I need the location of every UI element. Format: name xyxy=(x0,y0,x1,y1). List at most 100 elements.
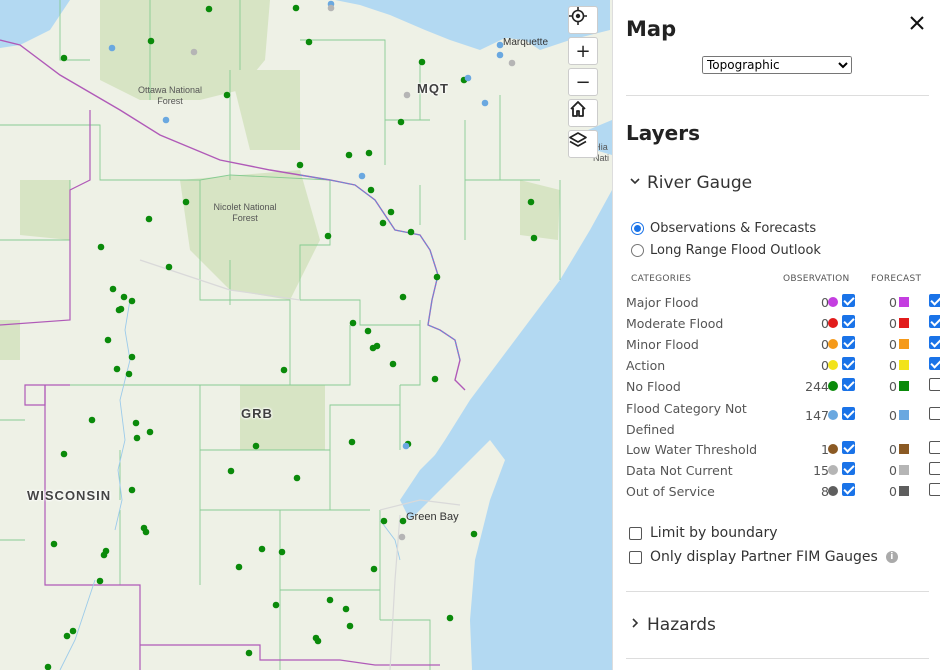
gauge-marker-no-flood[interactable] xyxy=(104,336,112,344)
close-button[interactable] xyxy=(909,12,925,36)
gauge-marker-no-flood[interactable] xyxy=(342,605,350,613)
forecast-checkbox[interactable] xyxy=(929,315,940,328)
gauge-marker-no-flood[interactable] xyxy=(370,565,378,573)
gauge-marker-no-flood[interactable] xyxy=(125,370,133,378)
gauge-marker-no-flood[interactable] xyxy=(433,273,441,281)
gauge-marker-no-flood[interactable] xyxy=(146,428,154,436)
forecast-checkbox[interactable] xyxy=(929,407,940,420)
gauge-marker-no-flood[interactable] xyxy=(530,234,538,242)
observation-checkbox[interactable] xyxy=(842,462,855,475)
river-gauge-toggle[interactable]: River Gauge xyxy=(629,173,752,193)
radio-long-range-outlook-control[interactable] xyxy=(631,244,644,257)
zoom-in-button[interactable]: + xyxy=(568,37,598,65)
gauge-marker-no-flood[interactable] xyxy=(147,37,155,45)
gauge-marker-no-flood[interactable] xyxy=(407,228,415,236)
observation-checkbox[interactable] xyxy=(842,294,855,307)
gauge-marker-no-flood[interactable] xyxy=(142,528,150,536)
gauge-marker-no-flood[interactable] xyxy=(44,663,52,670)
gauge-marker-no-flood[interactable] xyxy=(120,293,128,301)
layers-button[interactable] xyxy=(568,130,598,158)
gauge-marker-not-defined[interactable] xyxy=(162,116,170,124)
partner-fim-checkbox[interactable] xyxy=(629,550,642,564)
gauge-marker-no-flood[interactable] xyxy=(348,438,356,446)
basemap-select[interactable]: Topographic xyxy=(702,56,852,74)
gauge-marker-no-flood[interactable] xyxy=(280,366,288,374)
observation-checkbox[interactable] xyxy=(842,336,855,349)
radio-long-range-outlook[interactable]: Long Range Flood Outlook xyxy=(631,243,821,258)
gauge-marker-no-flood[interactable] xyxy=(132,419,140,427)
gauge-marker-no-flood[interactable] xyxy=(60,54,68,62)
gauge-marker-no-flood[interactable] xyxy=(128,353,136,361)
gauge-marker-no-flood[interactable] xyxy=(314,637,322,645)
gauge-marker-data-not-current[interactable] xyxy=(508,59,516,67)
limit-by-boundary-option[interactable]: Limit by boundary xyxy=(629,525,777,541)
forecast-checkbox[interactable] xyxy=(929,441,940,454)
gauge-marker-not-defined[interactable] xyxy=(108,44,116,52)
home-button[interactable] xyxy=(568,99,598,127)
gauge-marker-no-flood[interactable] xyxy=(235,563,243,571)
gauge-marker-no-flood[interactable] xyxy=(165,263,173,271)
gauge-marker-no-flood[interactable] xyxy=(63,632,71,640)
gauge-marker-no-flood[interactable] xyxy=(113,365,121,373)
gauge-marker-no-flood[interactable] xyxy=(387,208,395,216)
gauge-marker-no-flood[interactable] xyxy=(364,327,372,335)
gauge-marker-no-flood[interactable] xyxy=(109,285,117,293)
forecast-checkbox[interactable] xyxy=(929,294,940,307)
gauge-marker-no-flood[interactable] xyxy=(349,319,357,327)
observation-checkbox[interactable] xyxy=(842,407,855,420)
gauge-marker-no-flood[interactable] xyxy=(418,58,426,66)
forecast-checkbox[interactable] xyxy=(929,462,940,475)
forecast-checkbox[interactable] xyxy=(929,336,940,349)
gauge-marker-no-flood[interactable] xyxy=(258,545,266,553)
gauge-marker-no-flood[interactable] xyxy=(397,118,405,126)
gauge-marker-no-flood[interactable] xyxy=(365,149,373,157)
gauge-marker-no-flood[interactable] xyxy=(272,601,280,609)
gauge-marker-no-flood[interactable] xyxy=(133,434,141,442)
radio-observations-forecasts[interactable]: Observations & Forecasts xyxy=(631,221,816,236)
gauge-marker-data-not-current[interactable] xyxy=(398,533,406,541)
gauge-marker-no-flood[interactable] xyxy=(96,577,104,585)
observation-checkbox[interactable] xyxy=(842,378,855,391)
gauge-marker-not-defined[interactable] xyxy=(464,74,472,82)
gauge-marker-data-not-current[interactable] xyxy=(327,4,335,12)
gauge-marker-no-flood[interactable] xyxy=(252,442,260,450)
gauge-marker-no-flood[interactable] xyxy=(227,467,235,475)
gauge-marker-no-flood[interactable] xyxy=(399,293,407,301)
gauge-marker-data-not-current[interactable] xyxy=(190,48,198,56)
forecast-checkbox[interactable] xyxy=(929,357,940,370)
gauge-marker-no-flood[interactable] xyxy=(97,243,105,251)
gauge-marker-no-flood[interactable] xyxy=(145,215,153,223)
observation-checkbox[interactable] xyxy=(842,315,855,328)
gauge-marker-no-flood[interactable] xyxy=(527,198,535,206)
gauge-marker-no-flood[interactable] xyxy=(223,91,231,99)
gauge-marker-no-flood[interactable] xyxy=(69,627,77,635)
gauge-marker-not-defined[interactable] xyxy=(481,99,489,107)
zoom-out-button[interactable]: − xyxy=(568,68,598,96)
hazards-toggle[interactable]: Hazards xyxy=(629,615,716,635)
gauge-marker-no-flood[interactable] xyxy=(293,474,301,482)
gauge-marker-no-flood[interactable] xyxy=(245,649,253,657)
gauge-marker-no-flood[interactable] xyxy=(431,375,439,383)
gauge-marker-no-flood[interactable] xyxy=(369,344,377,352)
gauge-marker-data-not-current[interactable] xyxy=(403,91,411,99)
gauge-marker-not-defined[interactable] xyxy=(402,442,410,450)
gauge-marker-no-flood[interactable] xyxy=(50,540,58,548)
gauge-marker-no-flood[interactable] xyxy=(205,5,213,13)
info-icon[interactable]: i xyxy=(885,551,898,563)
gauge-marker-no-flood[interactable] xyxy=(278,548,286,556)
gauge-marker-no-flood[interactable] xyxy=(88,416,96,424)
gauge-marker-no-flood[interactable] xyxy=(324,232,332,240)
gauge-marker-no-flood[interactable] xyxy=(379,219,387,227)
observation-checkbox[interactable] xyxy=(842,441,855,454)
gauge-marker-no-flood[interactable] xyxy=(389,360,397,368)
map-canvas[interactable]: Ottawa National Forest Nicolet National … xyxy=(0,0,612,670)
gauge-marker-no-flood[interactable] xyxy=(128,486,136,494)
gauge-marker-no-flood[interactable] xyxy=(182,198,190,206)
gauge-marker-no-flood[interactable] xyxy=(446,614,454,622)
gauge-marker-no-flood[interactable] xyxy=(60,450,68,458)
gauge-marker-no-flood[interactable] xyxy=(305,38,313,46)
gauge-marker-no-flood[interactable] xyxy=(100,551,108,559)
partner-fim-option[interactable]: Only display Partner FIM Gauges i xyxy=(629,549,898,565)
radio-observations-forecasts-control[interactable] xyxy=(631,222,644,235)
gauge-marker-no-flood[interactable] xyxy=(470,530,478,538)
